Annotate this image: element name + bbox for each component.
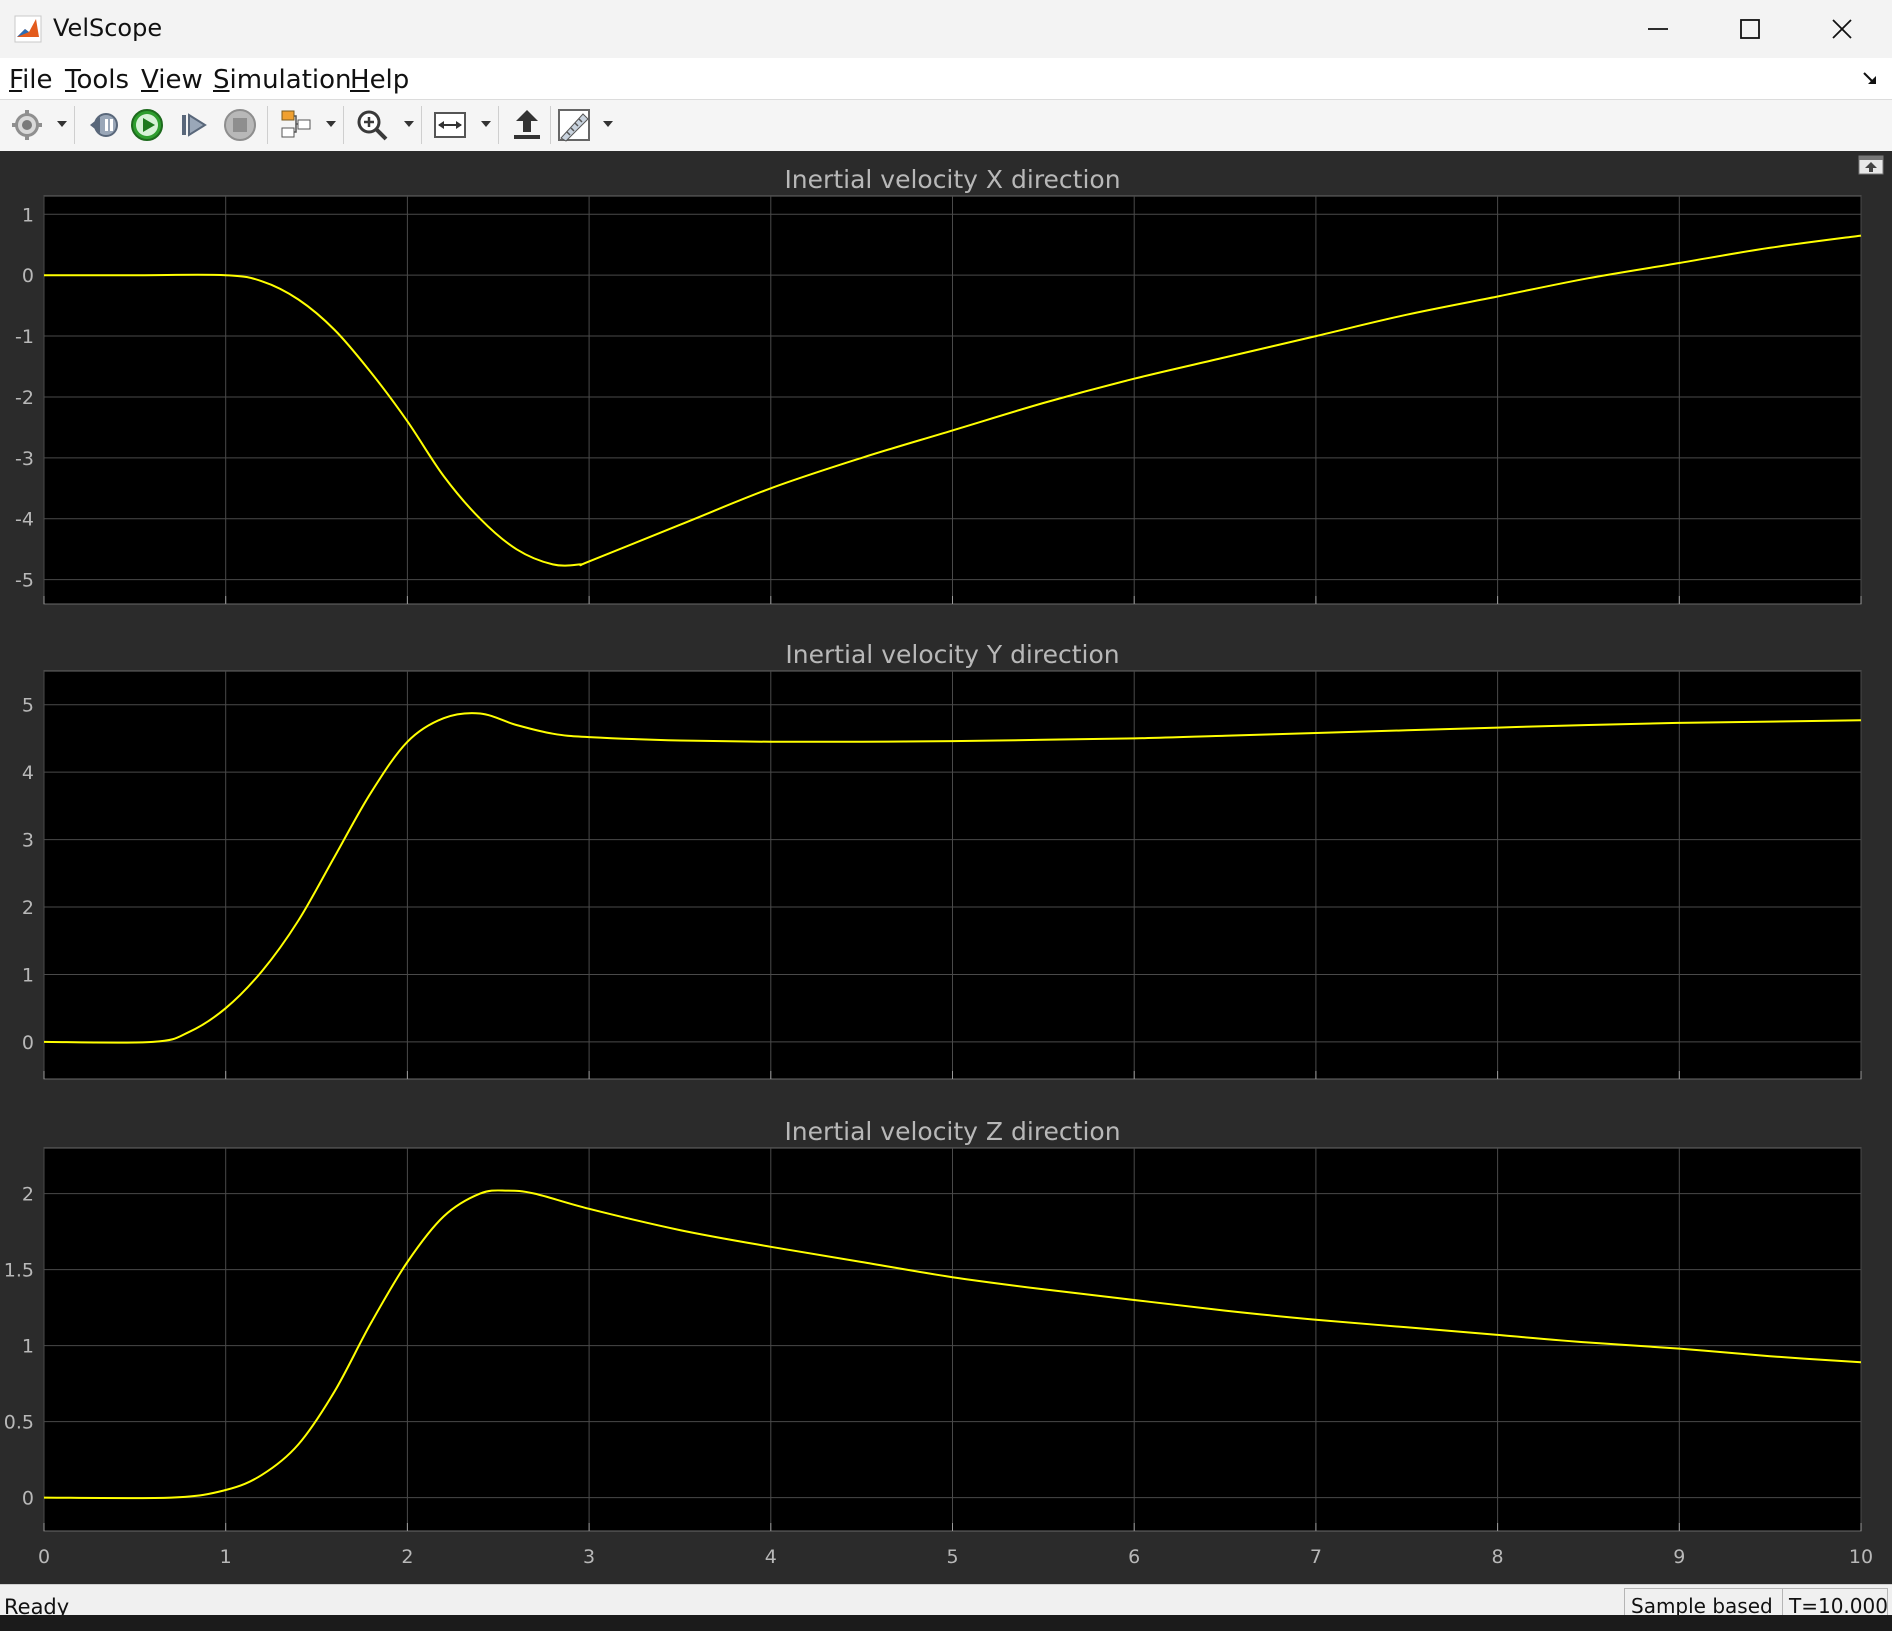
close-button[interactable]: [1804, 0, 1880, 58]
y-tick-label: 0: [22, 265, 34, 287]
y-tick-label: -4: [15, 509, 34, 531]
axes-3[interactable]: 2 1.5 1 0.5 0 Inertial velocity Z direction 0 1…: [4, 1117, 1873, 1568]
toolbar-separator: [550, 106, 551, 144]
toolbar-separator: [74, 106, 75, 144]
stop-icon[interactable]: [223, 108, 257, 142]
close-icon: [1832, 19, 1852, 39]
x-tick-label: 7: [1310, 1546, 1322, 1568]
run-icon[interactable]: [130, 108, 164, 142]
zoom-dropdown-icon[interactable]: [404, 121, 414, 127]
y-tick-label: -2: [15, 387, 34, 409]
toolbar-separator: [267, 106, 268, 144]
x-tick-label: 5: [946, 1546, 958, 1568]
step-back-icon[interactable]: [86, 108, 120, 142]
y-tick-label: 1: [22, 964, 34, 986]
y-tick-label: 3: [22, 830, 34, 852]
x-tick-label: 8: [1492, 1546, 1504, 1568]
y-tick-label: -3: [15, 448, 34, 470]
autoscale-icon[interactable]: [433, 108, 467, 142]
signal-dropdown-icon[interactable]: [326, 121, 336, 127]
undock-arrow-icon[interactable]: [510, 108, 544, 142]
axes-title: Inertial velocity Z direction: [784, 1117, 1120, 1146]
autoscale-dropdown-icon[interactable]: [481, 121, 491, 127]
menu-help[interactable]: Help: [350, 63, 409, 97]
maximize-icon: [1740, 19, 1760, 39]
y-tick-label: -1: [15, 326, 34, 348]
y-tick-label: -5: [15, 570, 34, 592]
y-tick-label: 1: [22, 1336, 34, 1358]
minimize-button[interactable]: [1620, 0, 1696, 58]
y-tick-label: 2: [22, 1184, 34, 1206]
menu-bar: File Tools View Simulation Help: [0, 58, 1892, 100]
zoom-icon[interactable]: [355, 108, 389, 142]
axes-2[interactable]: 5 4 3 2 1 0 Inertial velocity Y direction: [22, 640, 1862, 1080]
x-tick-label: 2: [401, 1546, 413, 1568]
y-tick-label: 5: [22, 695, 34, 717]
y-tick-label: 0: [22, 1488, 34, 1510]
x-tick-label: 0: [38, 1546, 50, 1568]
x-tick-label: 3: [583, 1546, 595, 1568]
scope-plot-area: 1 0 -1 -2 -3 -4 -5 Inertial velocity X directio…: [0, 151, 1892, 1583]
menu-tools[interactable]: Tools: [65, 63, 129, 97]
dock-arrow-icon[interactable]: [1862, 70, 1878, 86]
signal-highlight-icon[interactable]: [279, 108, 313, 142]
step-forward-icon[interactable]: [177, 108, 211, 142]
axes-1[interactable]: 1 0 -1 -2 -3 -4 -5 Inertial velocity X directio…: [15, 165, 1862, 605]
y-tick-label: 0.5: [4, 1412, 34, 1434]
y-tick-label: 1.5: [4, 1260, 34, 1282]
taskbar-strip: [0, 1615, 1892, 1631]
x-tick-label: 9: [1673, 1546, 1685, 1568]
window-title: VelScope: [53, 14, 163, 42]
scope-plots[interactable]: 10-1-2-3-4-5Inertial velocity X directio…: [0, 151, 1892, 1583]
axes-title: Inertial velocity X direction: [784, 165, 1120, 194]
y-tick-label: 0: [22, 1032, 34, 1054]
y-tick-label: 2: [22, 897, 34, 919]
y-tick-label: 1: [22, 204, 34, 226]
maximize-button[interactable]: [1712, 0, 1788, 58]
minimize-icon: [1648, 28, 1668, 30]
menu-simulation[interactable]: Simulation: [213, 63, 352, 97]
toolbar-separator: [421, 106, 422, 144]
measure-icon[interactable]: [557, 108, 591, 142]
scope-window: VelScope File Tools View Simulation Help: [0, 0, 1892, 1631]
x-tick-label: 10: [1849, 1546, 1873, 1568]
matlab-logo-icon: [14, 15, 42, 43]
gear-icon[interactable]: [10, 108, 44, 142]
y-tick-label: 4: [22, 762, 34, 784]
toolbar-separator: [343, 106, 344, 144]
axes-title: Inertial velocity Y direction: [785, 640, 1119, 669]
x-tick-label: 6: [1128, 1546, 1140, 1568]
x-tick-label: 1: [220, 1546, 232, 1568]
menu-file[interactable]: File: [9, 63, 53, 97]
title-bar[interactable]: VelScope: [0, 0, 1892, 59]
menu-view[interactable]: View: [141, 63, 203, 97]
undock-plot-icon[interactable]: [1858, 155, 1884, 175]
measure-dropdown-icon[interactable]: [603, 121, 613, 127]
x-tick-label: 4: [765, 1546, 777, 1568]
toolbar: [0, 100, 1892, 152]
toolbar-separator: [498, 106, 499, 144]
settings-dropdown-icon[interactable]: [57, 121, 67, 127]
